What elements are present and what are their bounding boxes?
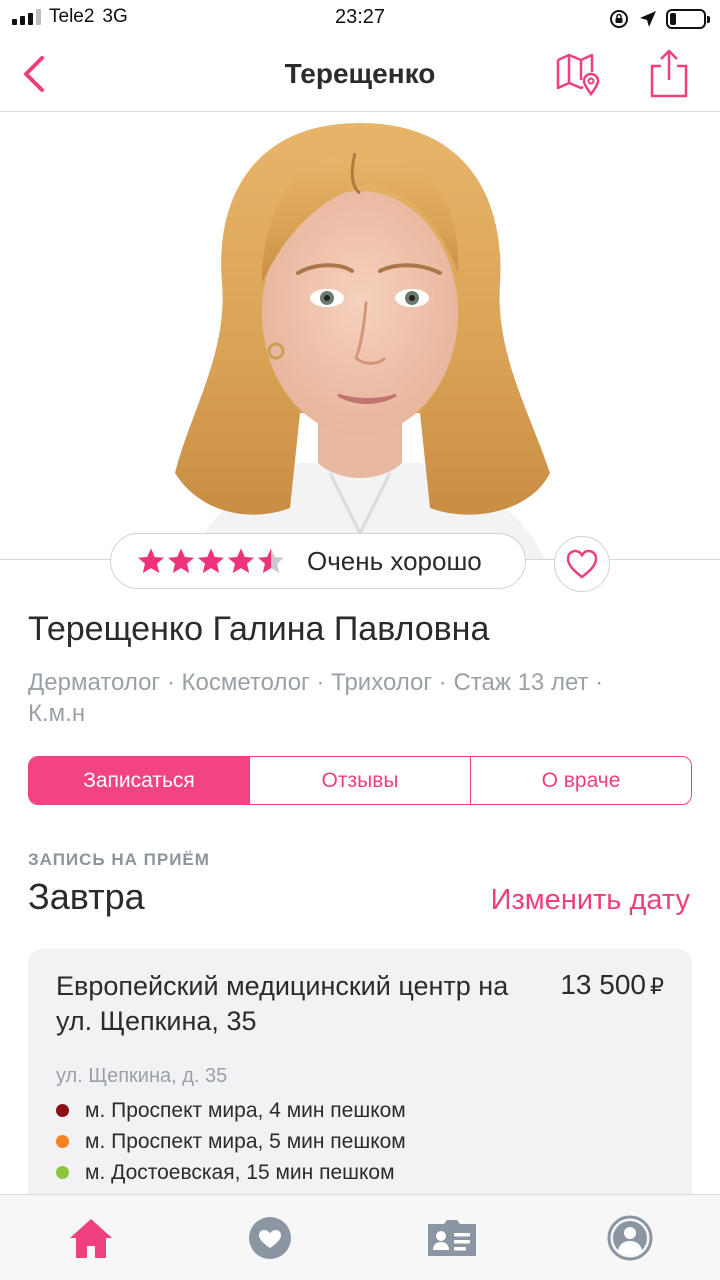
rating-label: Очень хорошо	[307, 545, 482, 576]
status-bar: Tele2 3G 23:27	[0, 0, 720, 40]
share-icon	[650, 49, 688, 98]
star-icon	[228, 548, 254, 573]
metro-list: м. Проспект мира, 4 мин пешком м. Проспе…	[56, 1095, 406, 1188]
metro-item: м. Достоевская, 15 мин пешком	[56, 1157, 406, 1188]
favorite-button[interactable]	[554, 536, 610, 592]
tab-book[interactable]: Записаться	[29, 757, 249, 804]
metro-line-dot	[56, 1104, 69, 1117]
booking-caption: ЗАПИСЬ НА ПРИЁМ	[28, 850, 210, 869]
share-button[interactable]	[646, 48, 692, 100]
tab-about-doctor[interactable]: О враче	[470, 757, 691, 804]
doctor-portrait-image	[175, 123, 550, 560]
heart-icon	[249, 1217, 291, 1259]
price-value: 13 500	[560, 969, 646, 1000]
metro-item: м. Проспект мира, 4 мин пешком	[56, 1095, 406, 1126]
heart-outline-icon	[566, 549, 598, 579]
currency-symbol: ₽	[650, 974, 664, 999]
star-icon	[168, 548, 194, 573]
map-button[interactable]	[554, 50, 602, 98]
page-title: Терещенко	[284, 58, 436, 89]
orientation-lock-icon	[610, 10, 628, 28]
home-icon	[70, 1219, 112, 1258]
bottom-tab-bar	[0, 1194, 720, 1280]
booking-date: Завтра	[28, 876, 145, 917]
clinic-address: ул. Щепкина, д. 35	[56, 1065, 228, 1087]
location-arrow-icon	[640, 11, 656, 27]
metro-line-dot	[56, 1135, 69, 1148]
clinic-name: Европейский медицинский центр на ул. Щеп…	[56, 971, 509, 1036]
metro-text: м. Проспект мира, 5 мин пешком	[85, 1129, 406, 1153]
star-icon	[258, 548, 284, 573]
battery-icon	[666, 9, 710, 29]
star-icon	[138, 548, 164, 573]
metro-text: м. Достоевская, 15 мин пешком	[85, 1160, 395, 1184]
tab-profile[interactable]	[605, 1213, 655, 1263]
map-pin-icon	[556, 53, 600, 97]
metro-line-dot	[56, 1166, 69, 1179]
tab-favorites[interactable]	[245, 1213, 295, 1263]
change-date-link[interactable]: Изменить дату	[491, 884, 690, 917]
rating-stars	[137, 547, 285, 575]
doctor-specialties: Дерматолог · Косметолог · Трихолог · Ста…	[28, 669, 604, 727]
tab-reviews[interactable]: Отзывы	[249, 757, 470, 804]
navigation-bar: Терещенко	[0, 40, 720, 112]
status-right	[608, 8, 710, 30]
battery-fill	[670, 13, 677, 25]
tab-home[interactable]	[66, 1213, 116, 1263]
profile-icon	[607, 1215, 653, 1261]
tab-appointments[interactable]	[425, 1213, 479, 1263]
star-icon	[198, 548, 224, 573]
profile-tabs: Записаться Отзывы О враче	[28, 756, 692, 805]
doctor-photo	[0, 113, 720, 560]
metro-text: м. Проспект мира, 4 мин пешком	[85, 1098, 406, 1122]
contact-card-icon	[428, 1220, 476, 1256]
metro-item: м. Проспект мира, 5 мин пешком	[56, 1126, 406, 1157]
rating-pill[interactable]: Очень хорошо	[110, 533, 526, 589]
doctor-name: Терещенко Галина Павловна	[28, 610, 490, 648]
clinic-price: 13 500 ₽	[560, 969, 664, 1001]
